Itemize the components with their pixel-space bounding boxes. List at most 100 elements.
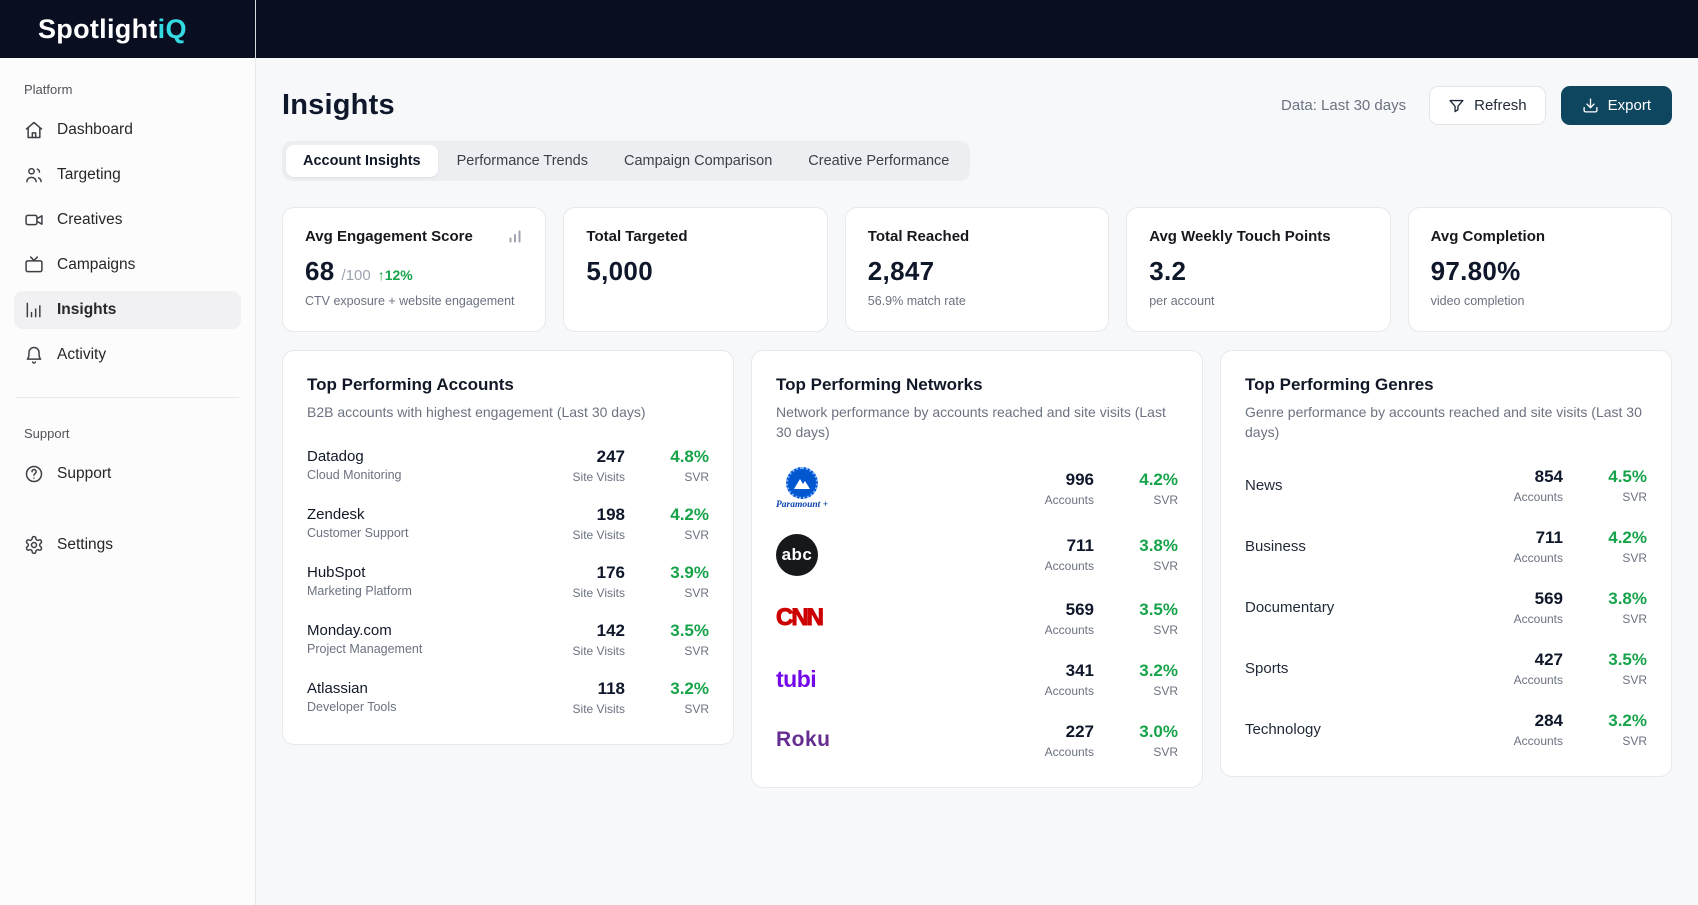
stat-value: 68 [305,256,335,287]
svr-value: 3.8% [1583,589,1647,609]
site-visits-value: 198 [561,505,625,525]
accounts-label: Accounts [1030,559,1094,573]
stat-value: 97.80% [1431,256,1521,287]
export-button-label: Export [1608,97,1651,114]
sidebar-item-label: Dashboard [57,121,133,139]
svr-label: SVR [1583,551,1647,565]
genre-name: Technology [1245,721,1321,738]
svr-label: SVR [645,702,709,716]
export-button[interactable]: Export [1561,86,1672,125]
paramount-plus-logo: Paramount + [776,467,828,510]
bar-chart-icon [24,300,44,320]
users-icon [24,165,44,185]
accounts-label: Accounts [1499,490,1563,504]
svr-value: 4.8% [645,447,709,467]
stat-card-reached: Total Reached 2,847 56.9% match rate [845,207,1109,332]
stat-delta: ↑12% [378,267,413,283]
genre-name: Sports [1245,660,1288,677]
accounts-label: Accounts [1499,673,1563,687]
sidebar-item-targeting[interactable]: Targeting [14,156,241,194]
sidebar-item-campaigns[interactable]: Campaigns [14,246,241,284]
data-range-text: Data: Last 30 days [1281,97,1406,114]
mini-bar-chart-icon [507,228,523,244]
sidebar-item-insights[interactable]: Insights [14,291,241,329]
account-name: Atlassian [307,680,396,697]
svr-value: 3.9% [645,563,709,583]
sidebar-section-support: Support [24,426,231,441]
account-row: ZendeskCustomer Support 198Site Visits 4… [307,505,709,542]
cnn-logo: CNN [776,604,822,632]
sidebar-section-platform: Platform [24,82,231,97]
accounts-value: 711 [1499,528,1563,548]
refresh-button[interactable]: Refresh [1429,86,1546,125]
stat-title: Avg Engagement Score [305,228,473,245]
svr-value: 3.2% [1114,661,1178,681]
site-visits-value: 118 [561,679,625,699]
account-row: HubSpotMarketing Platform 176Site Visits… [307,563,709,600]
site-visits-label: Site Visits [561,528,625,542]
genre-row: Sports 427Accounts 3.5%SVR [1245,650,1647,687]
svr-value: 4.2% [645,505,709,525]
stat-subtitle: CTV exposure + website engagement [305,294,523,308]
svr-label: SVR [1583,490,1647,504]
panel-top-networks: Top Performing Networks Network performa… [751,350,1203,788]
svr-label: SVR [1114,684,1178,698]
tab-performance-trends[interactable]: Performance Trends [440,145,605,177]
account-name: Datadog [307,448,402,465]
sidebar-item-support[interactable]: Support [14,455,241,493]
accounts-value: 711 [1030,536,1094,556]
network-row: Paramount + 996Accounts 4.2%SVR [776,467,1178,510]
brand-wordmark: SpotlightiQ [38,14,187,45]
stat-card-touch-points: Avg Weekly Touch Points 3.2 per account [1126,207,1390,332]
stat-subtitle: video completion [1431,294,1649,308]
sidebar-item-creatives[interactable]: Creatives [14,201,241,239]
svr-label: SVR [1114,493,1178,507]
genre-row: Business 711Accounts 4.2%SVR [1245,528,1647,565]
tab-campaign-comparison[interactable]: Campaign Comparison [607,145,789,177]
genre-row: Documentary 569 Accounts 3.8% SVR [1245,589,1647,626]
stat-title: Total Reached [868,228,969,245]
account-row: AtlassianDeveloper Tools 118Site Visits … [307,679,709,716]
svr-value: 3.0% [1114,722,1178,742]
sidebar-item-dashboard[interactable]: Dashboard [14,111,241,149]
accounts-value: 427 [1499,650,1563,670]
site-visits-label: Site Visits [561,644,625,658]
tv-icon [24,255,44,275]
genre-row: Technology 284Accounts 3.2%SVR [1245,711,1647,748]
sidebar-item-label: Targeting [57,166,121,184]
svr-value: 3.2% [645,679,709,699]
network-row: CNN 569Accounts 3.5%SVR [776,600,1178,637]
home-icon [24,120,44,140]
panel-subtitle: Genre performance by accounts reached an… [1245,403,1647,443]
svr-label: SVR [1114,745,1178,759]
tubi-logo: tubi [776,666,816,693]
account-row: Monday.comProject Management 142Site Vis… [307,621,709,658]
network-row: abc 711Accounts 3.8%SVR [776,534,1178,576]
page-title: Insights [282,89,395,122]
svr-label: SVR [1114,559,1178,573]
roku-logo: Roku [776,728,831,752]
account-name: HubSpot [307,564,412,581]
site-visits-label: Site Visits [561,586,625,600]
sidebar-item-activity[interactable]: Activity [14,336,241,374]
accounts-value: 854 [1499,467,1563,487]
paramount-mountain-icon [786,467,818,499]
panel-top-accounts: Top Performing Accounts B2B accounts wit… [282,350,734,745]
accounts-label: Accounts [1499,612,1563,626]
panel-subtitle: B2B accounts with highest engagement (La… [307,403,709,423]
sidebar-item-settings[interactable]: Settings [14,526,241,564]
accounts-value: 569 [1499,589,1563,609]
svr-value: 3.2% [1583,711,1647,731]
tab-creative-performance[interactable]: Creative Performance [791,145,966,177]
svr-label: SVR [1583,612,1647,626]
genre-name: Documentary [1245,599,1334,616]
tab-account-insights[interactable]: Account Insights [286,145,438,177]
svr-value: 4.2% [1114,470,1178,490]
panel-title: Top Performing Accounts [307,375,709,395]
stat-card-completion: Avg Completion 97.80% video completion [1408,207,1672,332]
account-category: Project Management [307,642,422,656]
sidebar-divider [16,397,239,398]
download-icon [1582,97,1599,114]
stat-title: Avg Weekly Touch Points [1149,228,1330,245]
svr-label: SVR [645,470,709,484]
